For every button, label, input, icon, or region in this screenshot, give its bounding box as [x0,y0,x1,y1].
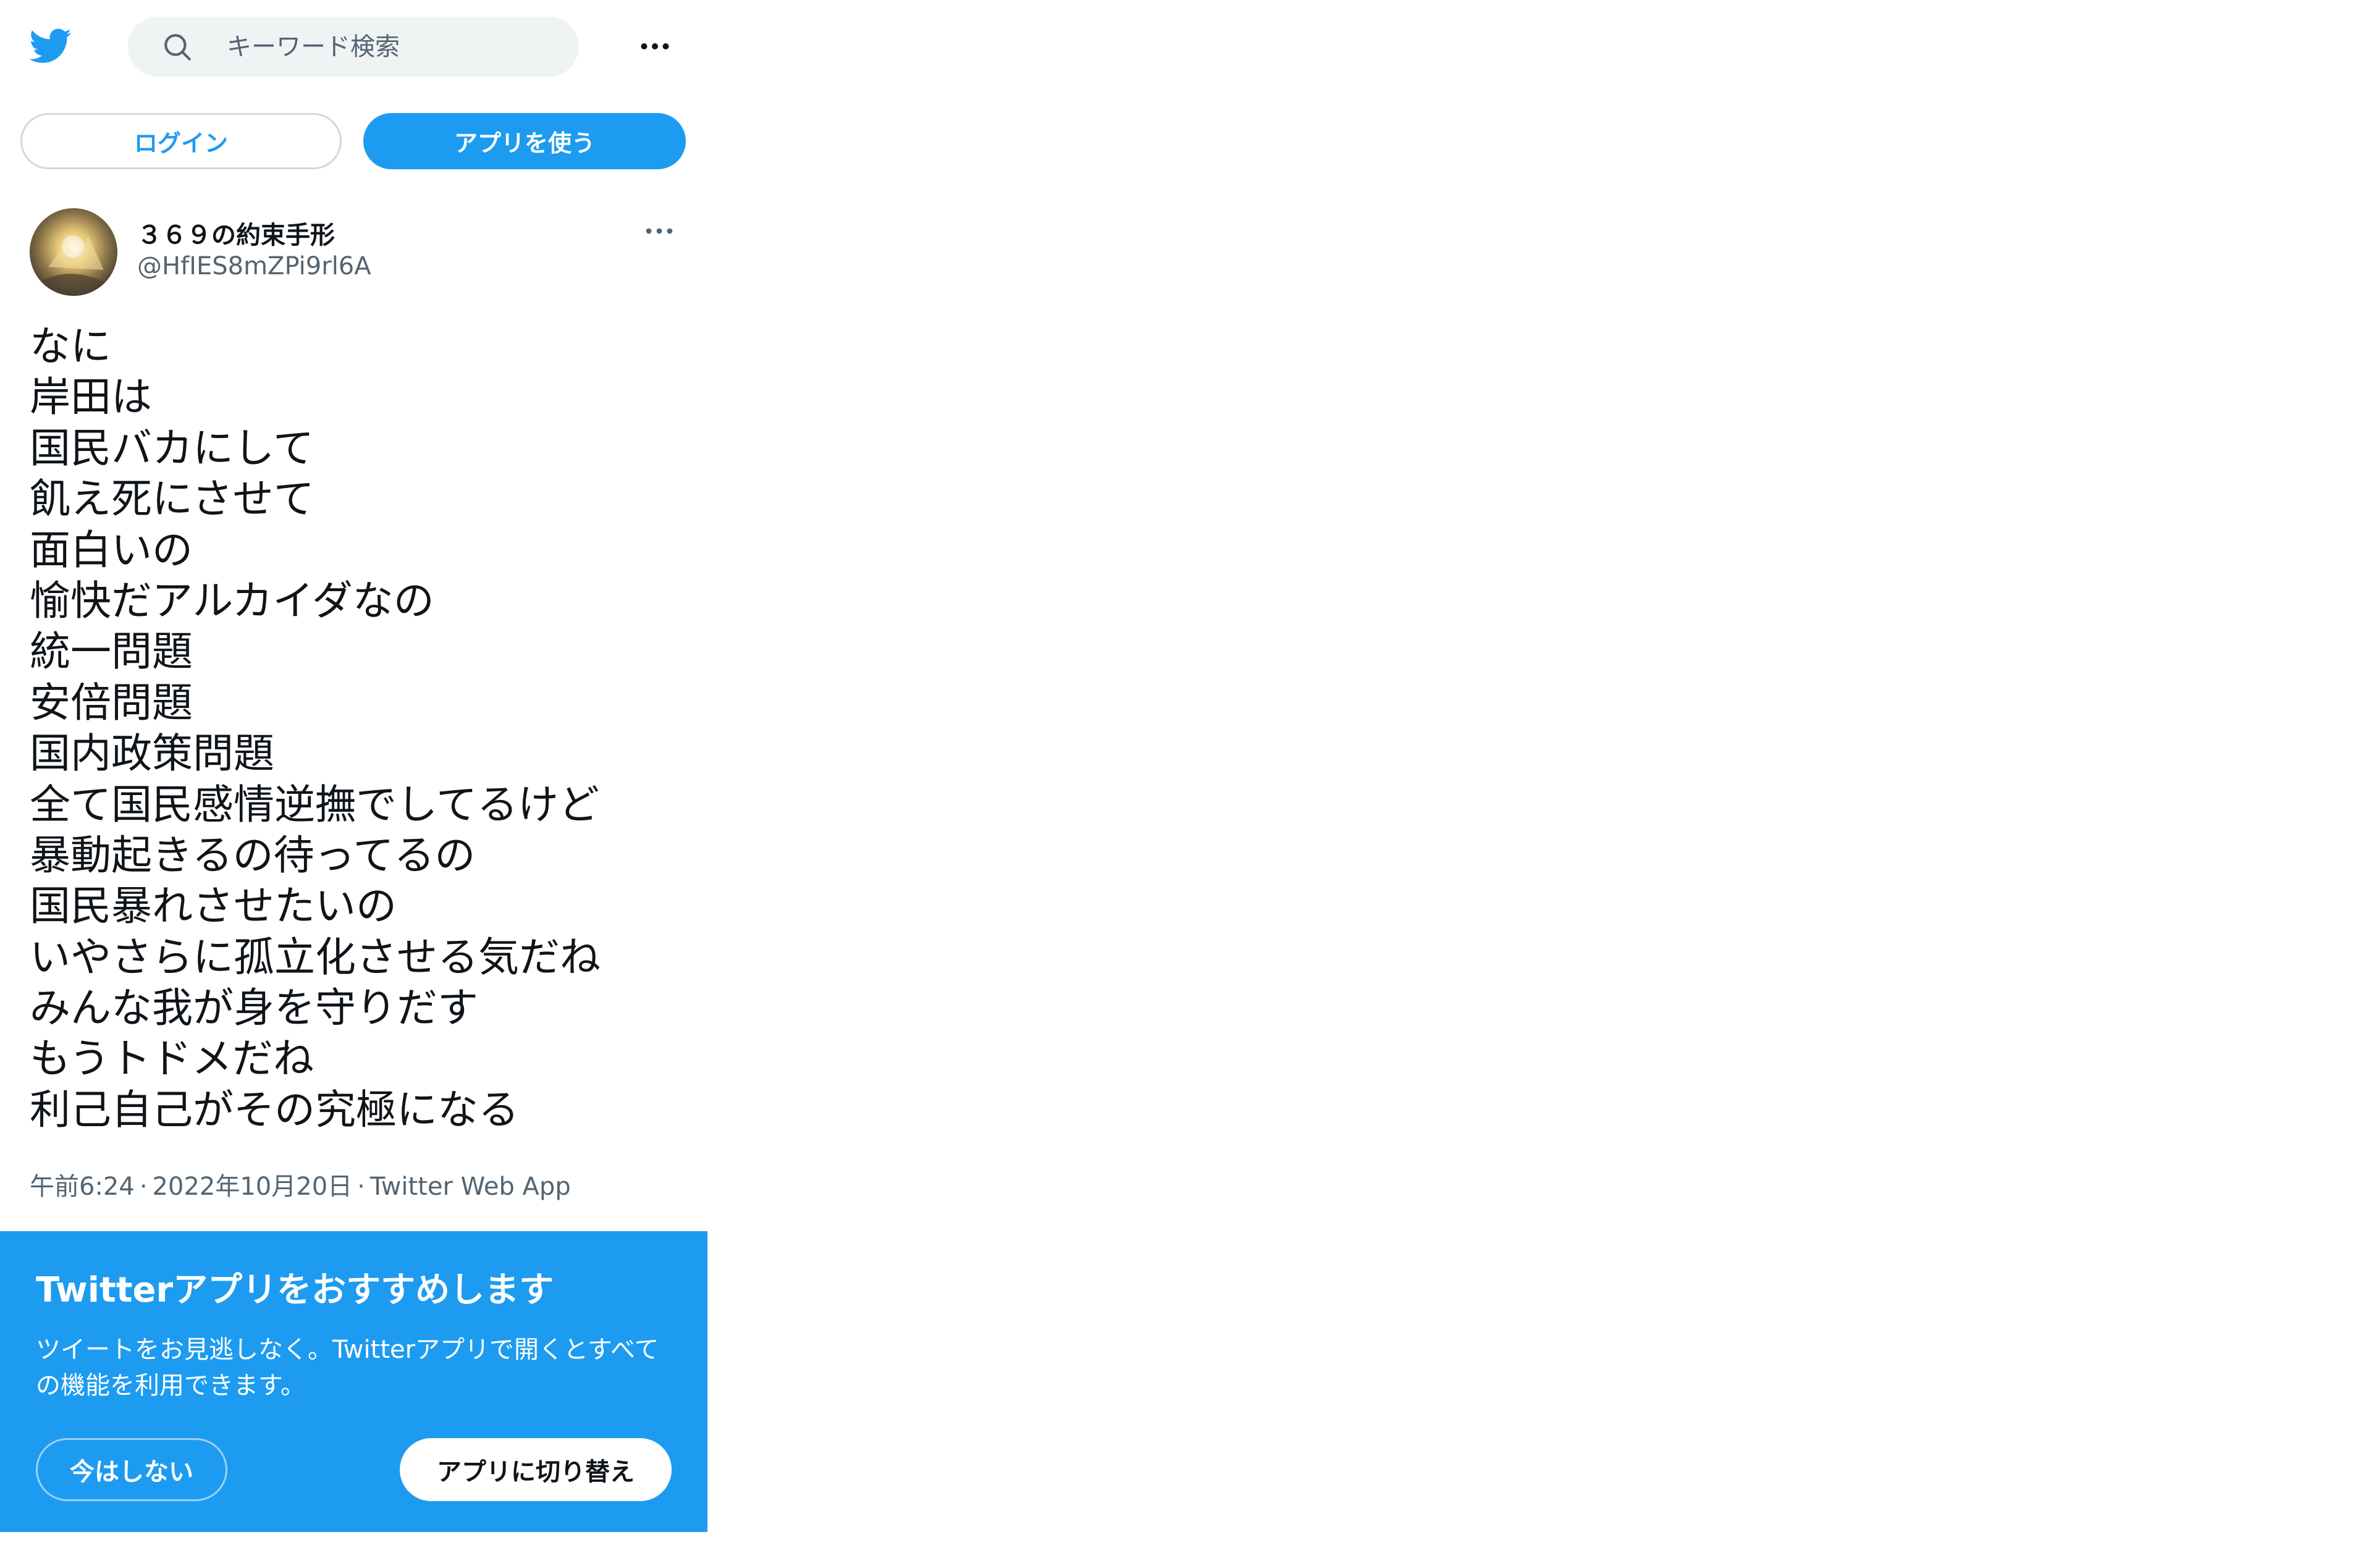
switch-to-app-button[interactable]: アプリに切り替え [400,1438,672,1501]
meta-separator: · [357,1172,365,1201]
tweet-line: 愉快だアルカイダなの [30,576,434,625]
login-button[interactable]: ログイン [20,113,342,169]
tweet-time[interactable]: 午前6:24 [30,1172,135,1201]
tweet-line: 暴動起きるの待ってるの [30,831,476,879]
tweet-line: 飢え死にさせて [30,475,314,523]
search-input[interactable] [227,17,560,77]
tweet-line: 国民バカにして [30,424,314,472]
not-now-button[interactable]: 今はしない [36,1438,227,1501]
tweet-line: いやさらに孤立化させる気だね [30,933,601,981]
tweet-date[interactable]: 2022年10月20日 [153,1172,353,1201]
tweet-line: 岸田は [30,373,152,421]
tweet-line: 統一問題 [30,628,193,676]
search-bar[interactable] [128,17,579,77]
tweet-source[interactable]: Twitter Web App [370,1172,571,1201]
app-promo-banner: Twitterアプリをおすすめします ツイートをお見逃しなく。Twitterアプ… [0,1231,707,1532]
more-horizontal-icon[interactable] [636,28,673,65]
tweet-line: みんな我が身を守りだす [30,984,478,1032]
use-app-button[interactable]: アプリを使う [363,113,686,169]
top-bar [0,0,707,93]
more-horizontal-icon[interactable] [641,213,677,249]
meta-separator: · [139,1172,148,1201]
search-icon [164,34,191,61]
promo-title: Twitterアプリをおすすめします [36,1270,554,1310]
avatar-image [30,208,117,296]
promo-body: ツイートをお見逃しなく。Twitterアプリで開くとすべての機能を利用できます。 [36,1336,659,1400]
tweet-meta: 午前6:24 · 2022年10月20日 · Twitter Web App [30,1166,571,1202]
user-handle[interactable]: @HfIES8mZPi9rl6A [137,252,371,280]
tweet-line: 面白いの [30,526,193,574]
mobile-column: ログイン アプリを使う ３６９の約束手形 @HfIES8mZPi9rl6A なに… [0,0,707,1532]
tweet-text: なに 岸田は 国民バカにして 飢え死にさせて 面白いの 愉快だアルカイダなの 統一問題 安倍問… [30,321,685,1135]
twitter-bird-icon[interactable] [28,25,74,67]
tweet-line: 利己自己がその究極になる [30,1085,519,1134]
tweet-line: なに [30,322,111,370]
tweet-line: もうトドメだね [30,1035,314,1083]
tweet-line: 国内政策問題 [30,730,274,778]
display-name[interactable]: ３６９の約束手形 [137,215,335,251]
tweet-line: 安倍問題 [30,678,193,726]
tweet-line: 全て国民感情逆撫でしてるけど [30,780,600,828]
tweet-line: 国民暴れさせたいの [30,882,397,930]
avatar[interactable] [30,208,117,296]
